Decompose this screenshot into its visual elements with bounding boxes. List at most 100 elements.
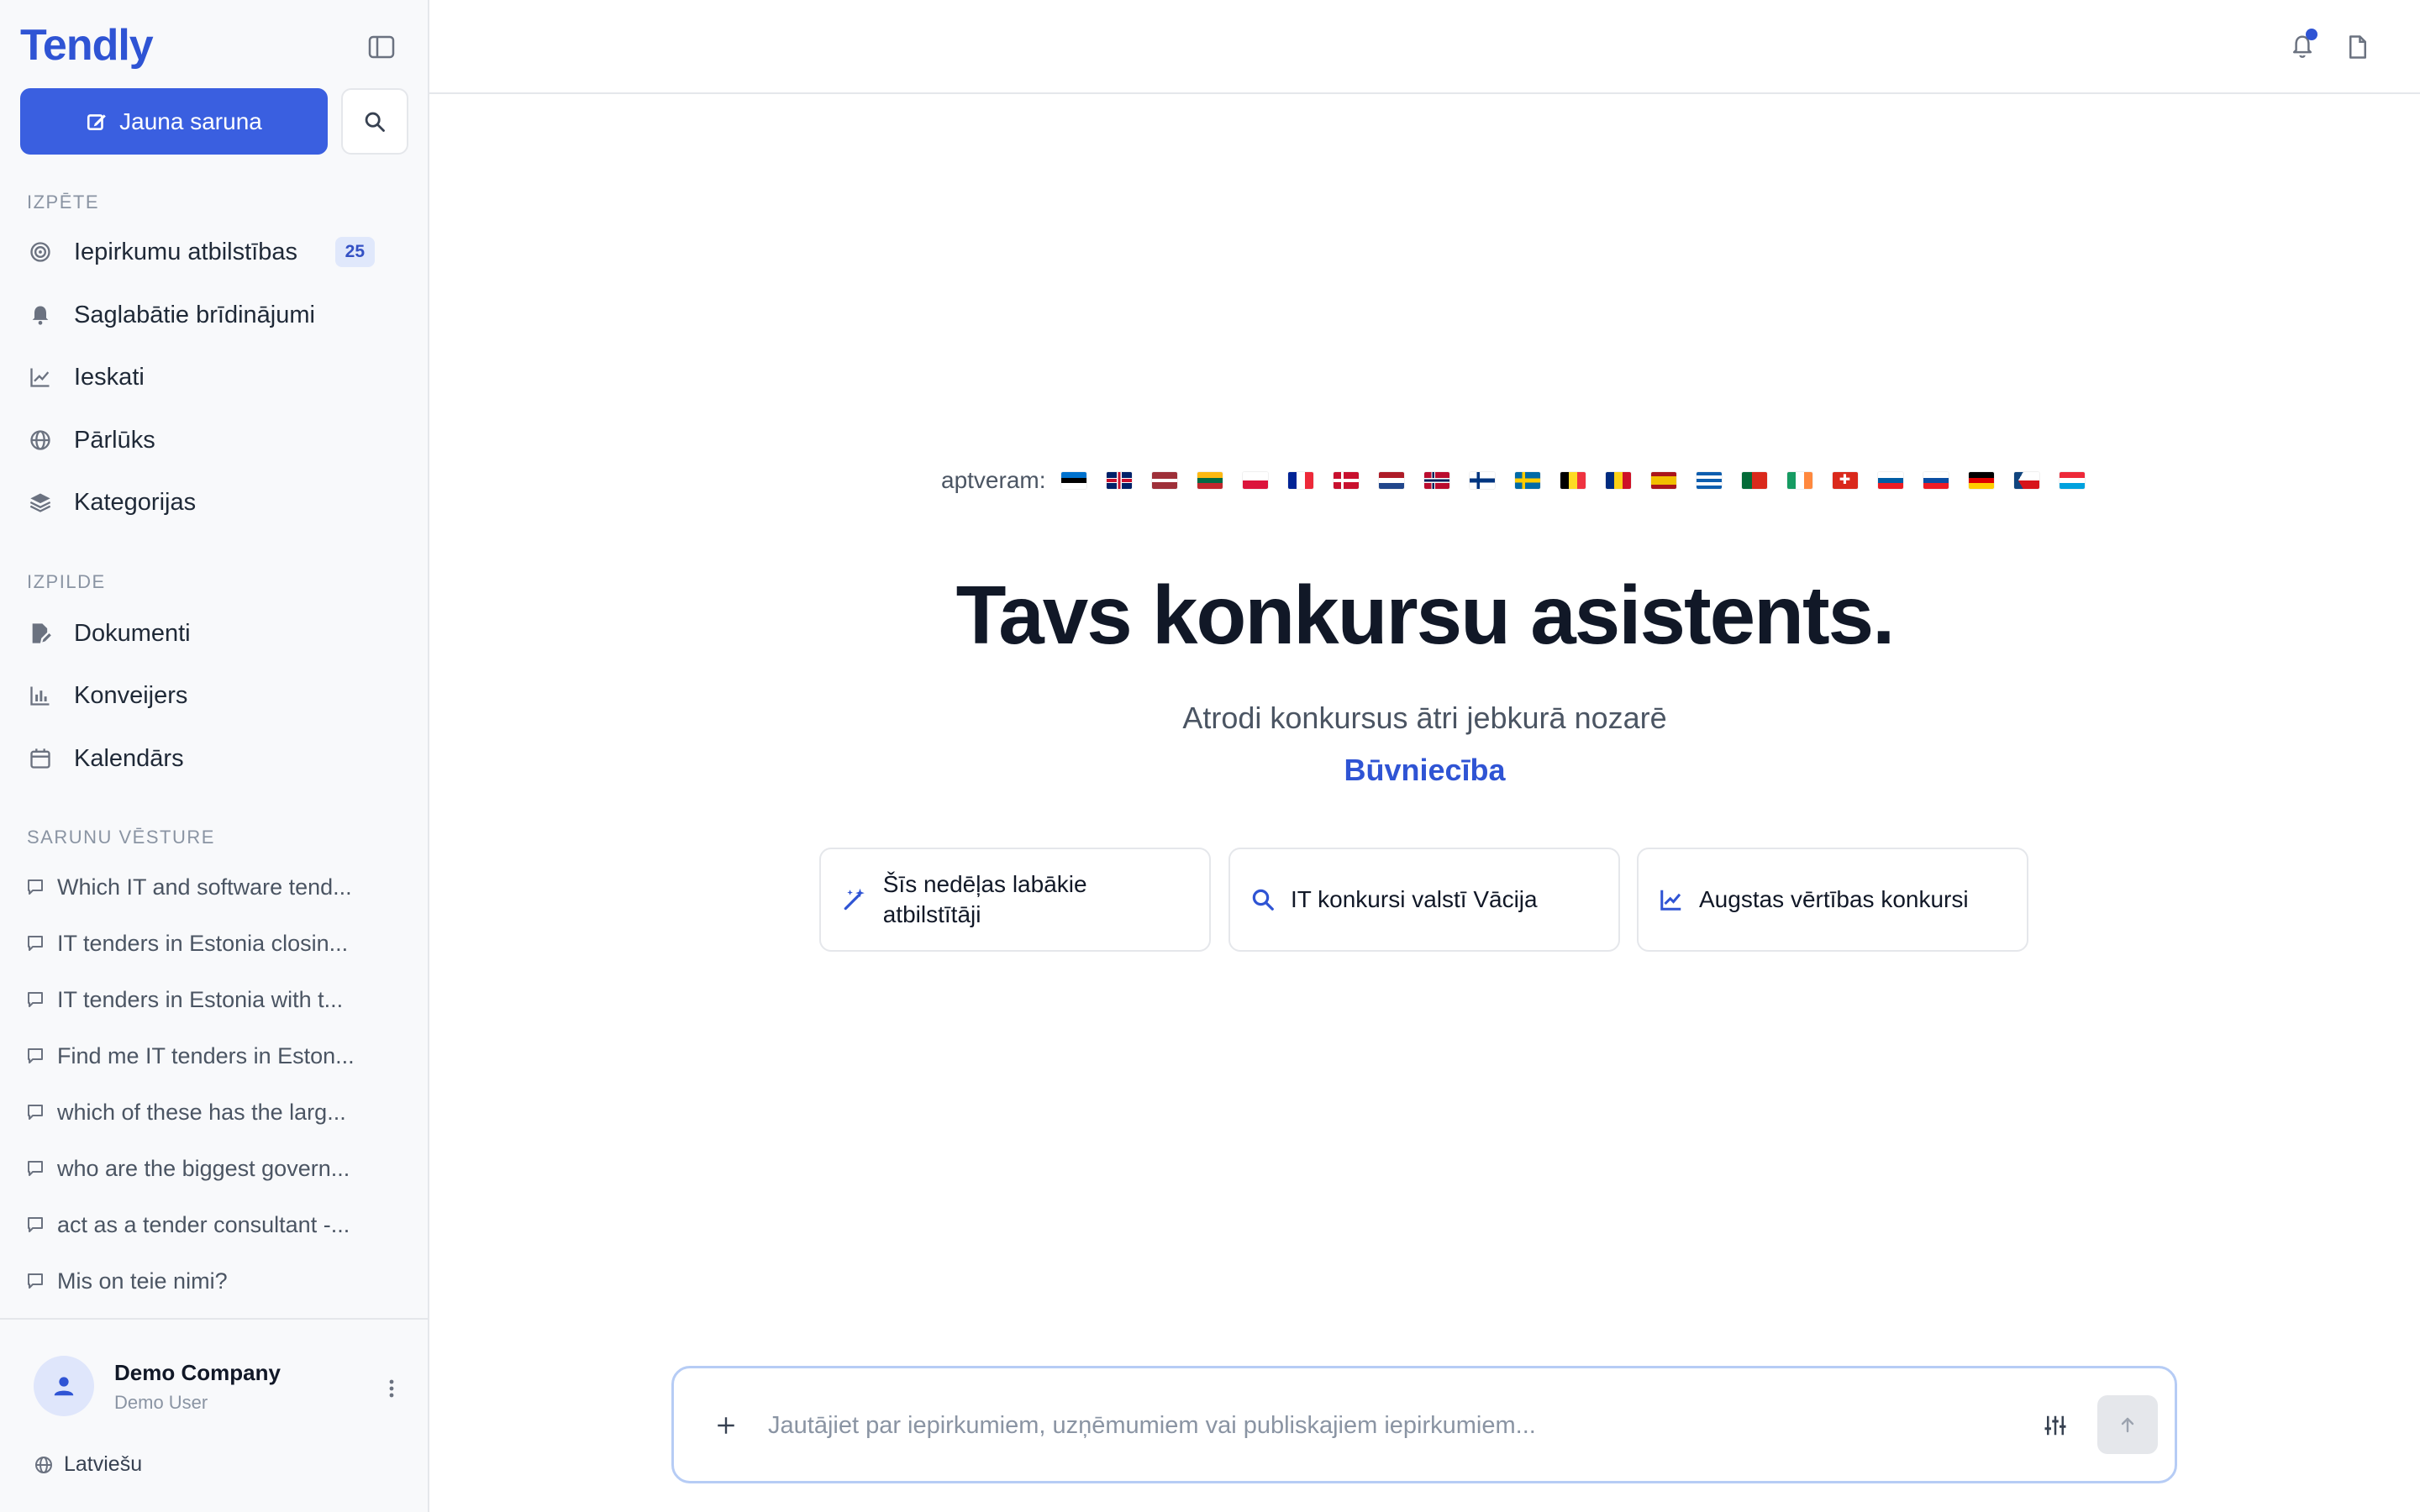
sidebar-toggle-button[interactable] [363, 30, 400, 64]
history-item[interactable]: Which IT and software tend... [20, 864, 390, 911]
flag-lv-icon [1151, 472, 1177, 489]
history-item-label: Mis on teie nimi? [57, 1268, 228, 1294]
coverage-label: aptveram: [941, 467, 1046, 493]
bell-icon [20, 303, 60, 327]
chat-bubble-icon [20, 1158, 50, 1179]
avatar[interactable] [34, 1356, 94, 1416]
chat-bubble-icon [20, 1046, 50, 1066]
flag-ro-icon [1605, 472, 1631, 489]
history-item-label: who are the biggest govern... [57, 1155, 350, 1181]
history-item[interactable]: IT tenders in Estonia closin... [20, 920, 390, 967]
sidebar-item-pipeline[interactable]: Konveijers [20, 669, 390, 722]
notification-dot [2306, 29, 2317, 40]
language-selector[interactable]: Latviešu [34, 1452, 142, 1477]
documents-button[interactable] [2339, 29, 2376, 66]
bar-chart-icon [20, 684, 60, 707]
flag-ee-icon [1060, 472, 1086, 489]
magic-wand-icon [844, 888, 865, 911]
calendar-icon [20, 747, 60, 770]
flag-pt-icon [1741, 472, 1767, 489]
history-item[interactable]: which of these has the larg... [20, 1089, 390, 1136]
sidebar-item-matches[interactable]: Iepirkumu atbilstības 25 [20, 226, 390, 278]
flag-de-icon [1968, 472, 1994, 489]
page-title: Tavs konkursu asistents. [955, 569, 1896, 661]
flag-lt-icon [1197, 472, 1223, 489]
flag-ie-icon [1786, 472, 1812, 489]
history-item[interactable]: Mis on teie nimi? [20, 1257, 390, 1305]
trend-icon [1660, 890, 1681, 911]
arrow-up-icon [2121, 1417, 2134, 1433]
send-button[interactable] [2097, 1395, 2158, 1454]
history-item[interactable]: IT tenders in Estonia with t... [20, 976, 390, 1023]
plus-icon [718, 1417, 734, 1434]
sidebar-item-insights[interactable]: Ieskati [20, 351, 390, 403]
layers-icon [20, 491, 60, 514]
section-label-execution: IZPILDE [27, 571, 106, 592]
app-logo[interactable]: Tendly [20, 20, 154, 71]
top-bar [429, 0, 2420, 94]
sidebar-item-documents[interactable]: Dokumenti [20, 607, 390, 659]
count-badge: 25 [334, 237, 375, 267]
chat-bubble-icon [20, 1102, 50, 1122]
history-item[interactable]: who are the biggest govern... [20, 1145, 390, 1192]
flag-ch-icon: ✚ [1832, 472, 1858, 489]
history-item-label: Find me IT tenders in Eston... [57, 1042, 355, 1068]
chat-bubble-icon [20, 990, 50, 1010]
sidebar-item-calendar[interactable]: Kalendārs [20, 732, 390, 785]
history-item[interactable]: act as a tender consultant -... [20, 1201, 390, 1248]
user-menu-button[interactable] [380, 1372, 403, 1405]
chart-line-icon [20, 365, 60, 389]
search-button[interactable] [341, 88, 408, 155]
history-item-label: Which IT and software tend... [57, 874, 352, 900]
suggestion-label: Augstas vērtības konkursi [1699, 886, 1969, 912]
flag-be-icon [1560, 472, 1586, 489]
more-vertical-icon [389, 1379, 394, 1398]
history-item[interactable]: Find me IT tenders in Eston... [20, 1032, 390, 1079]
user-icon [54, 1377, 74, 1396]
history-item-label: which of these has the larg... [57, 1099, 346, 1125]
sidebar-item-label: Dokumenti [74, 619, 191, 647]
chat-bubble-icon [20, 933, 50, 953]
section-label-history: SARUNU VĒSTURE [27, 827, 215, 848]
chat-bubble-icon [20, 877, 50, 897]
page-subtitle: Atrodi konkursus ātri jebkurā nozarē [1182, 701, 1667, 735]
globe-icon [20, 428, 60, 452]
search-icon [1252, 889, 1274, 911]
filters-button[interactable] [2037, 1407, 2074, 1444]
section-label-explore: IZPĒTE [27, 192, 100, 213]
sidebar-item-label: Konveijers [74, 681, 188, 709]
suggestion-label: IT konkursi valstī Vācija [1291, 886, 1538, 912]
sidebar-item-categories[interactable]: Kategorijas [20, 476, 390, 528]
suggestion-it-germany[interactable]: IT konkursi valstī Vācija [1228, 848, 1620, 952]
flag-lu-icon [2059, 472, 2085, 489]
history-item-label: IT tenders in Estonia with t... [57, 986, 344, 1012]
suggestion-high-value[interactable]: Augstas vērtības konkursi [1637, 848, 2028, 952]
new-chat-button[interactable]: Jauna saruna [20, 88, 328, 155]
sidebar-item-label: Ieskati [74, 363, 145, 391]
flag-gb-icon [1106, 472, 1132, 489]
sidebar-item-saved-alerts[interactable]: Saglabātie brīdinājumi [20, 289, 390, 341]
flag-se-icon [1514, 472, 1540, 489]
flag-nl-icon [1378, 472, 1404, 489]
flag-si-icon [1877, 472, 1903, 489]
user-name: Demo Company [114, 1360, 281, 1385]
chat-bubble-icon [20, 1271, 50, 1291]
sidebar-panel-icon [368, 35, 395, 59]
flag-es-icon [1650, 472, 1676, 489]
suggestion-weekly-matches[interactable]: Šīs nedēļas labākie atbilstītāji [819, 848, 1211, 952]
sidebar-item-browser[interactable]: Pārlūks [20, 414, 390, 466]
file-icon [2349, 35, 2366, 59]
flag-pl-icon [1242, 472, 1268, 489]
history-item-label: IT tenders in Estonia closin... [57, 930, 349, 956]
flag-sk-icon [1923, 472, 1949, 489]
user-role: Demo User [114, 1392, 208, 1413]
sidebar-item-label: Pārlūks [74, 426, 155, 454]
chat-composer [671, 1366, 2177, 1483]
attach-button[interactable] [708, 1407, 744, 1444]
flag-gr-icon [1696, 472, 1722, 489]
flag-fr-icon [1287, 472, 1313, 489]
file-edit-icon [20, 622, 60, 645]
new-chat-label: Jauna saruna [119, 108, 262, 134]
target-icon [20, 240, 60, 264]
prompt-input[interactable] [768, 1402, 2012, 1449]
